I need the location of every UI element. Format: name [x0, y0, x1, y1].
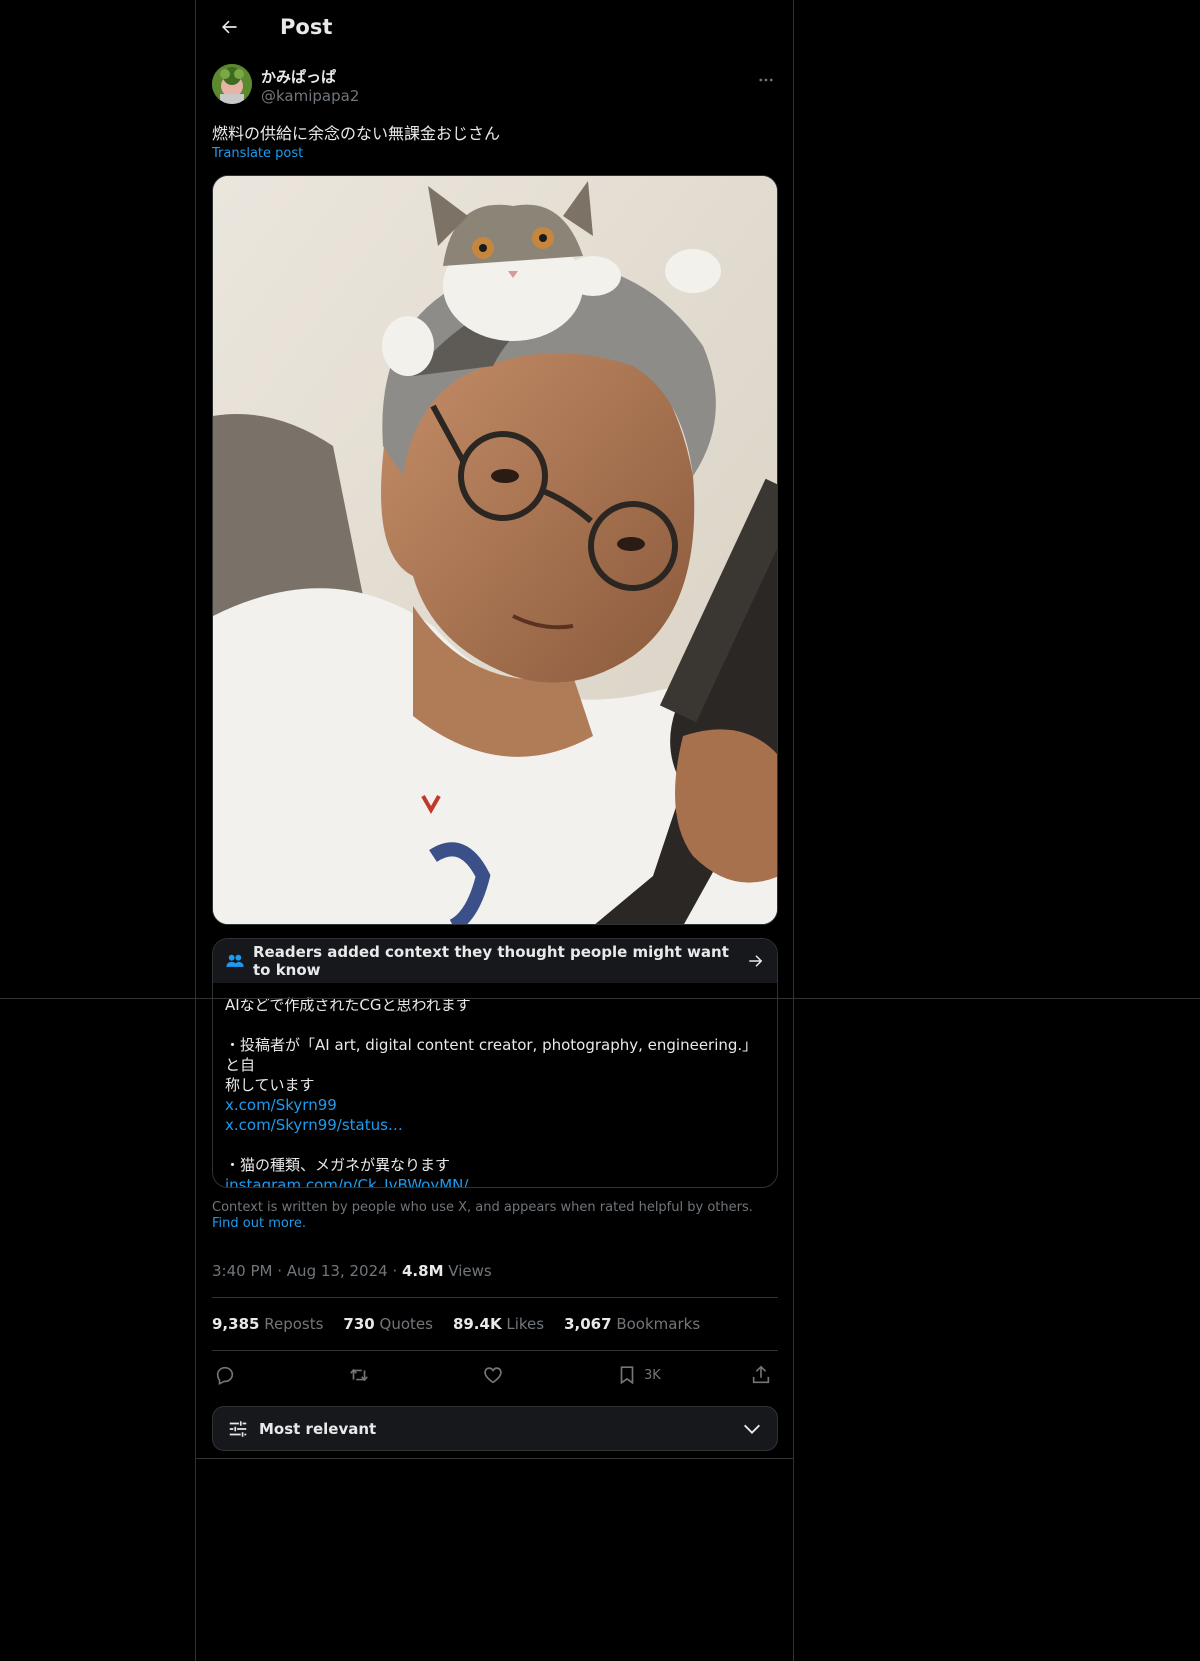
repost-icon: [350, 1368, 368, 1382]
post-time[interactable]: 3:40 PM: [212, 1262, 272, 1280]
share-icon: [752, 1365, 770, 1384]
people-icon: [226, 954, 244, 967]
post-text: 燃料の供給に余念のない無課金おじさん: [212, 124, 501, 143]
meta-separator: ·: [392, 1262, 398, 1280]
note-line: [225, 1135, 765, 1155]
reposts-label: Reposts: [264, 1315, 324, 1333]
page: Post かみぱっぱ @kamipapa2 燃料の供給に余念のない無課金おじさん…: [0, 0, 1200, 1661]
note-footer: Context is written by people who use X, …: [212, 1200, 778, 1232]
like-button[interactable]: [482, 1360, 504, 1390]
quotes-stat[interactable]: 730 Quotes: [343, 1315, 433, 1333]
note-link[interactable]: x.com/Skyrn99/status…: [225, 1115, 765, 1135]
bookmark-button[interactable]: 3K: [616, 1360, 661, 1390]
author-handle[interactable]: @kamipapa2: [261, 87, 359, 105]
note-link[interactable]: x.com/Skyrn99: [225, 1095, 765, 1115]
note-line: 称しています: [225, 1076, 315, 1094]
post-meta: 3:40 PM · Aug 13, 2024 · 4.8M Views: [212, 1262, 492, 1280]
likes-count: 89.4K: [452, 1315, 502, 1333]
reply-button[interactable]: [214, 1360, 236, 1390]
more-button[interactable]: [754, 68, 778, 92]
share-button[interactable]: [750, 1360, 772, 1390]
quotes-label: Quotes: [379, 1315, 433, 1333]
views-count: 4.8M: [402, 1262, 444, 1280]
translate-post-link[interactable]: Translate post: [212, 146, 303, 161]
divider: [212, 1297, 778, 1298]
arrow-left-icon: [222, 20, 237, 33]
note-line: ・投稿者が「AI art, digital content creator, p…: [225, 1036, 758, 1074]
community-note: Readers added context they thought peopl…: [212, 938, 778, 1188]
bookmarks-count: 3,067: [564, 1315, 612, 1333]
avatar[interactable]: [212, 64, 252, 104]
screen-divider-line: [0, 998, 1200, 999]
quotes-count: 730: [343, 1315, 375, 1333]
more-horizontal-icon: [759, 78, 773, 82]
meta-separator: ·: [277, 1262, 283, 1280]
author-name[interactable]: かみぱっぱ: [261, 66, 336, 87]
community-note-header[interactable]: Readers added context they thought peopl…: [213, 939, 777, 983]
likes-stat[interactable]: 89.4K Likes: [453, 1315, 544, 1333]
heart-icon: [484, 1367, 502, 1384]
page-title: Post: [280, 14, 333, 39]
note-line: [225, 1015, 765, 1035]
views-label: Views: [448, 1262, 492, 1280]
reposts-stat[interactable]: 9,385 Reposts: [212, 1315, 323, 1333]
reply-icon: [216, 1366, 234, 1386]
find-out-more-link[interactable]: Find out more.: [212, 1216, 306, 1231]
repost-button[interactable]: [348, 1360, 370, 1390]
divider: [212, 1350, 778, 1351]
community-note-title: Readers added context they thought peopl…: [253, 943, 729, 979]
reposts-count: 9,385: [212, 1315, 260, 1333]
bookmark-count: 3K: [644, 1367, 661, 1383]
post-stats: 9,385 Reposts 730 Quotes 89.4K Likes 3,0…: [212, 1315, 700, 1333]
note-footer-text: Context is written by people who use X, …: [212, 1200, 753, 1215]
sort-label: Most relevant: [259, 1419, 377, 1438]
sliders-icon: [229, 1420, 247, 1437]
post-header: Post: [212, 0, 778, 53]
post-image[interactable]: [212, 175, 778, 925]
chevron-down-icon: [744, 1424, 760, 1434]
arrow-right-icon: [749, 955, 763, 967]
note-line: ・猫の種類、メガネが異なります: [225, 1156, 451, 1174]
likes-label: Likes: [506, 1315, 545, 1333]
bookmarks-stat[interactable]: 3,067 Bookmarks: [564, 1315, 700, 1333]
author-row: かみぱっぱ @kamipapa2: [212, 64, 778, 106]
community-note-body: AIなどで作成されたCGと思われます ・投稿者が「AI art, digital…: [213, 983, 777, 1187]
main-column: Post かみぱっぱ @kamipapa2 燃料の供給に余念のない無課金おじさん…: [195, 0, 794, 1661]
back-button[interactable]: [212, 10, 246, 44]
divider: [196, 1458, 793, 1459]
post-date[interactable]: Aug 13, 2024: [287, 1262, 388, 1280]
bookmark-icon: [620, 1366, 634, 1385]
note-link[interactable]: instagram.com/p/Ck_JvBWoyMN/…: [225, 1175, 765, 1187]
reply-sort-dropdown[interactable]: Most relevant: [212, 1406, 778, 1451]
bookmarks-label: Bookmarks: [616, 1315, 701, 1333]
action-bar: 3K: [212, 1360, 778, 1390]
